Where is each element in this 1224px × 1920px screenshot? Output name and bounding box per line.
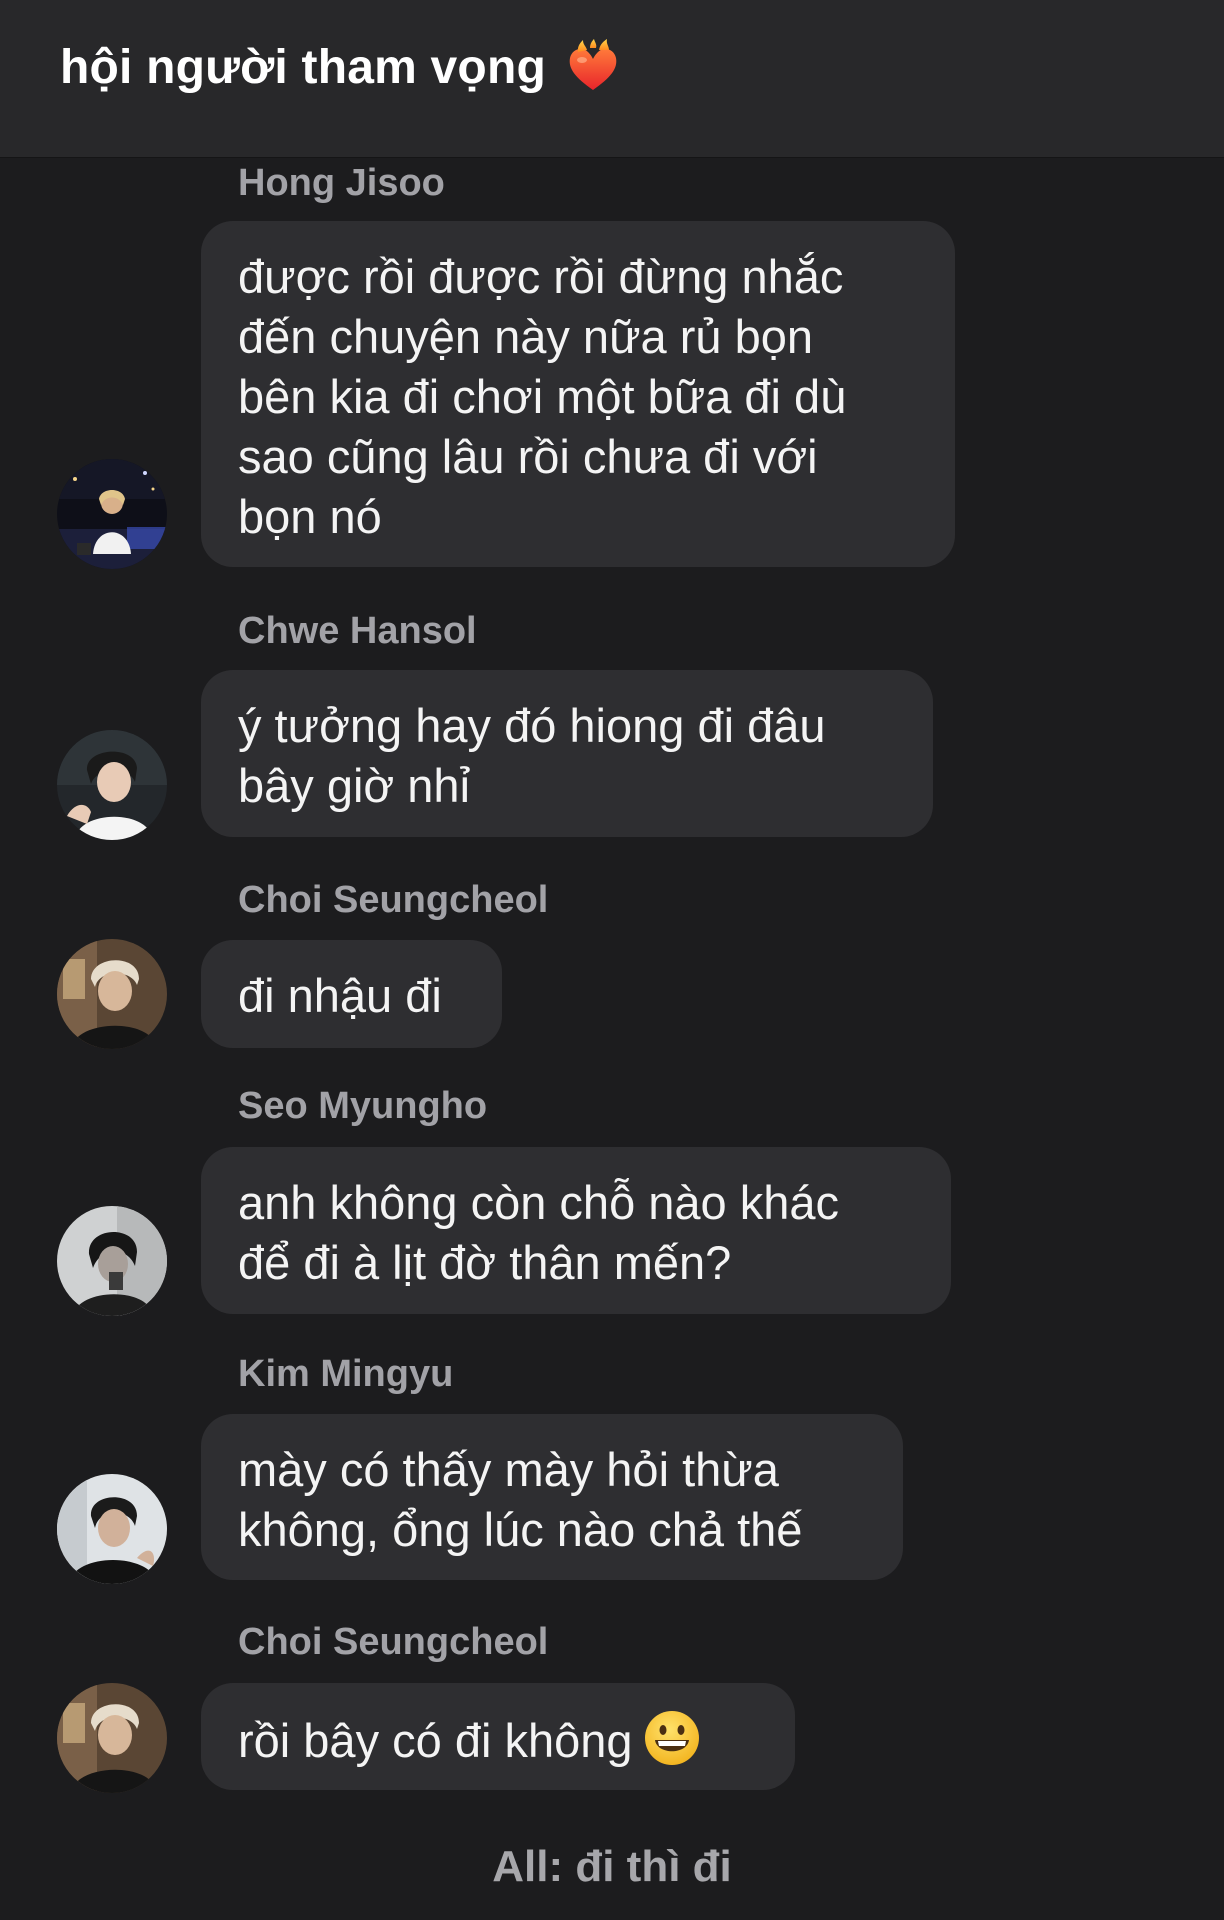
- message-bubble[interactable]: mày có thấy mày hỏi thừa không, ổng lúc …: [201, 1414, 903, 1580]
- message-text: rồi bây có đi không: [238, 1714, 633, 1767]
- chat-header: hội người tham vọng: [0, 0, 1224, 158]
- avatar[interactable]: [57, 939, 167, 1049]
- flaming-heart-icon: [564, 38, 622, 96]
- grinning-face-icon: [643, 1709, 701, 1767]
- message-bubble[interactable]: được rồi được rồi đừng nhắc đến chuyện n…: [201, 221, 955, 567]
- avatar[interactable]: [57, 1683, 167, 1793]
- caption-text: All: đi thì đi: [492, 1842, 732, 1891]
- avatar[interactable]: [57, 1206, 167, 1316]
- message-bubble[interactable]: đi nhậu đi: [201, 940, 502, 1048]
- sender-name: Chwe Hansol: [238, 610, 477, 652]
- chat-title-text: hội người tham vọng: [60, 40, 546, 94]
- avatar[interactable]: [57, 1474, 167, 1584]
- avatar[interactable]: [57, 730, 167, 840]
- message-thread[interactable]: Hong Jisoo được rồi được rồi đừng nhắc đ…: [0, 157, 1224, 1920]
- message-bubble[interactable]: ý tưởng hay đó hiong đi đâu bây giờ nhỉ: [201, 670, 933, 837]
- message-bubble[interactable]: rồi bây có đi không: [201, 1683, 795, 1790]
- sender-name: Choi Seungcheol: [238, 879, 549, 921]
- sender-name: Choi Seungcheol: [238, 1621, 549, 1663]
- chat-title[interactable]: hội người tham vọng: [60, 38, 622, 96]
- sender-name: Kim Mingyu: [238, 1353, 454, 1395]
- avatar[interactable]: [57, 459, 167, 569]
- sender-name: Seo Myungho: [238, 1085, 488, 1127]
- sender-name: Hong Jisoo: [238, 162, 445, 204]
- message-bubble[interactable]: anh không còn chỗ nào khác để đi à lịt đ…: [201, 1147, 951, 1314]
